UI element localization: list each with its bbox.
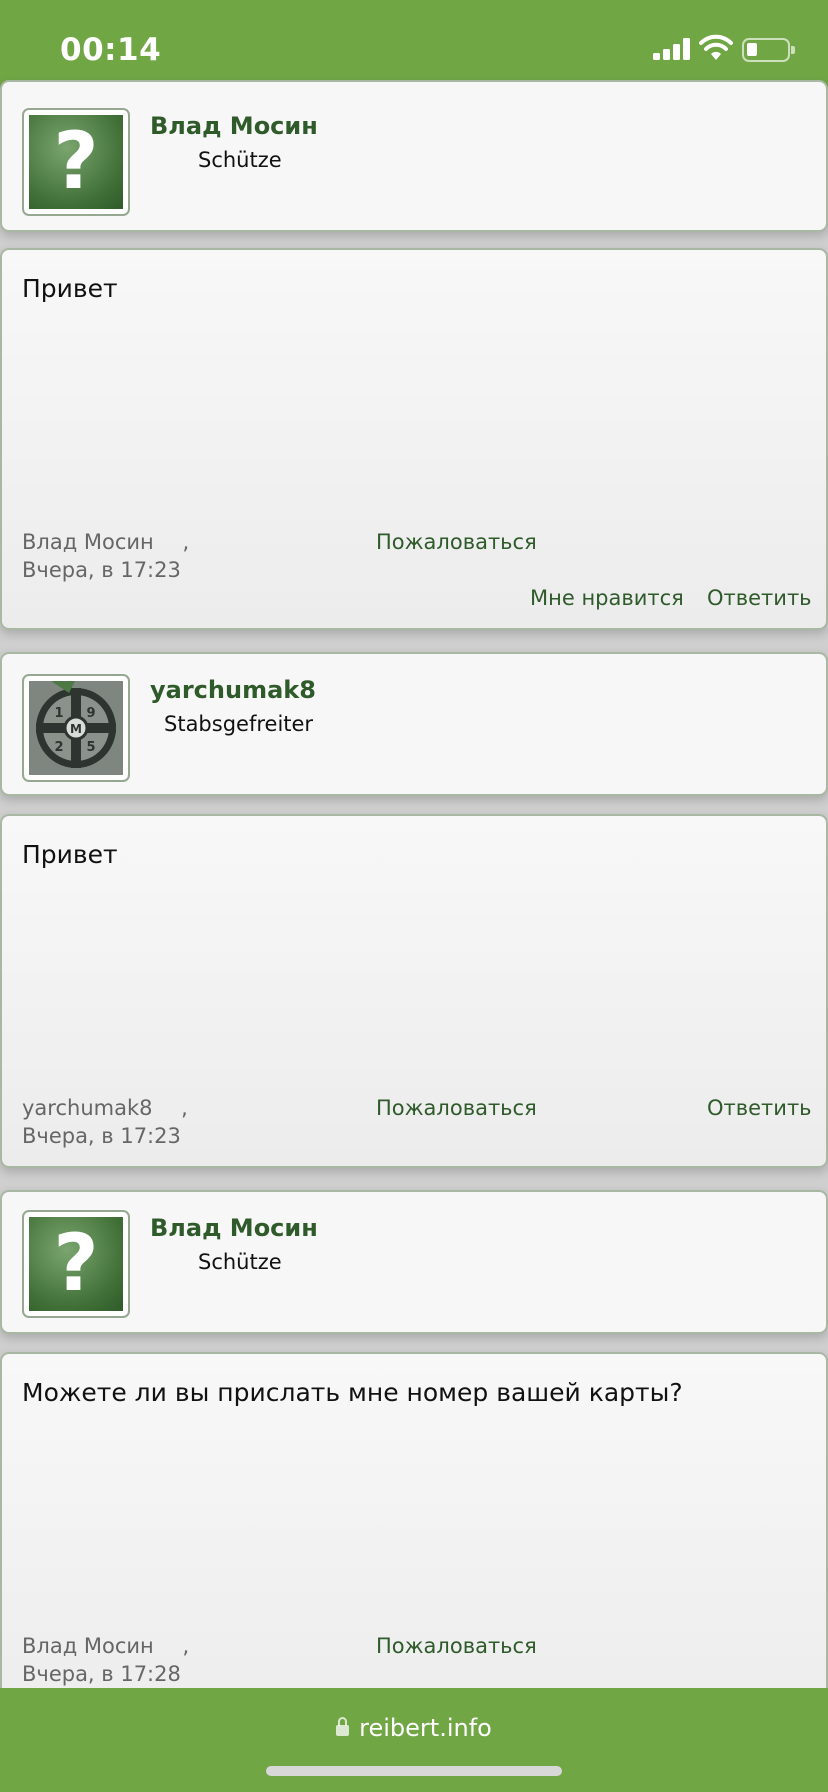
message-author-link[interactable]: yarchumak8 , — [22, 1096, 188, 1120]
post-author-card: M 1 9 2 5 yarchumak8 Stabsgefreiter — [0, 652, 828, 796]
browser-bottom-bar: reibert.info — [0, 1688, 828, 1792]
report-link[interactable]: Пожаловаться — [376, 530, 537, 554]
report-link[interactable]: Пожаловаться — [376, 1634, 537, 1658]
reply-link[interactable]: Ответить — [707, 1096, 812, 1120]
message-text: Можете ли вы прислать мне номер вашей ка… — [22, 1378, 683, 1407]
username-link[interactable]: yarchumak8 — [150, 676, 316, 704]
svg-text:M: M — [70, 722, 82, 736]
svg-text:5: 5 — [86, 740, 95, 755]
message-card: Можете ли вы прислать мне номер вашей ка… — [0, 1352, 828, 1742]
address-bar[interactable]: reibert.info — [0, 1714, 828, 1742]
wifi-icon — [699, 34, 733, 60]
battery-icon — [742, 38, 795, 62]
username-link[interactable]: Влад Мосин — [150, 1214, 318, 1242]
report-link[interactable]: Пожаловаться — [376, 1096, 537, 1120]
post-author-card: ? Влад Мосин Schütze — [0, 1190, 828, 1334]
home-indicator[interactable] — [266, 1766, 562, 1776]
user-rank: Schütze — [198, 148, 282, 172]
comma-separator: , — [182, 1634, 190, 1658]
svg-text:9: 9 — [86, 706, 95, 721]
avatar[interactable]: M 1 9 2 5 — [22, 674, 130, 782]
comma-separator: , — [181, 1096, 188, 1120]
message-author[interactable]: Влад Мосин — [22, 1634, 154, 1658]
message-author[interactable]: Влад Мосин — [22, 530, 154, 554]
url-text[interactable]: reibert.info — [359, 1714, 492, 1742]
cellular-signal-icon — [653, 38, 691, 60]
reply-link[interactable]: Ответить — [707, 586, 812, 610]
message-card: Привет yarchumak8 , Вчера, в 17:23 Пожал… — [0, 814, 828, 1168]
username-link[interactable]: Влад Мосин — [150, 112, 318, 140]
status-time: 00:14 — [60, 32, 162, 68]
message-text: Привет — [22, 840, 118, 869]
message-date[interactable]: Вчера, в 17:23 — [22, 558, 181, 582]
message-date[interactable]: Вчера, в 17:28 — [22, 1662, 181, 1686]
message-date[interactable]: Вчера, в 17:23 — [22, 1124, 181, 1148]
post-author-card: ? Влад Мосин Schütze — [0, 80, 828, 232]
user-rank: Schütze — [198, 1250, 282, 1274]
question-mark-icon: ? — [29, 115, 123, 209]
message-author-link[interactable]: Влад Мосин , — [22, 1634, 189, 1658]
comma-separator: , — [182, 530, 190, 554]
user-rank: Stabsgefreiter — [164, 712, 314, 736]
message-author-link[interactable]: Влад Мосин , — [22, 530, 189, 554]
emblem-photo: M 1 9 2 5 — [29, 681, 123, 775]
question-mark-icon: ? — [29, 1217, 123, 1311]
avatar[interactable]: ? — [22, 1210, 130, 1318]
message-text: Привет — [22, 274, 118, 303]
svg-text:2: 2 — [54, 740, 63, 755]
avatar[interactable]: ? — [22, 108, 130, 216]
message-card: Привет Влад Мосин , Вчера, в 17:23 Пожал… — [0, 248, 828, 630]
svg-text:1: 1 — [54, 706, 63, 721]
message-author[interactable]: yarchumak8 — [22, 1096, 152, 1120]
like-link[interactable]: Мне нравится — [530, 586, 684, 610]
lock-icon — [336, 1717, 350, 1736]
